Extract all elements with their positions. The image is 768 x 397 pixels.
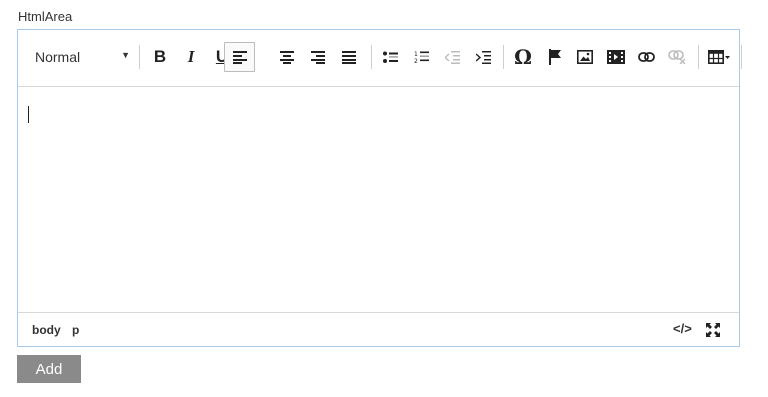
- special-character-icon: Ω: [514, 45, 532, 69]
- indent-icon: [475, 50, 491, 64]
- toolbar-separator: [698, 45, 699, 69]
- special-character-button[interactable]: Ω: [508, 42, 538, 72]
- field-label: HtmlArea: [18, 9, 73, 24]
- html-editor: Normal ▼ B I U 12 Ω body p </>: [17, 29, 742, 347]
- link-icon: [637, 52, 655, 62]
- align-center-icon: [280, 50, 294, 64]
- outdent-icon: [444, 50, 460, 64]
- fullscreen-button[interactable]: [705, 322, 721, 338]
- anchor-flag-icon: [549, 49, 561, 65]
- editor-content-area[interactable]: [18, 88, 739, 313]
- toolbar-separator: [741, 45, 742, 69]
- path-item-p[interactable]: p: [72, 323, 79, 337]
- align-justify-button[interactable]: [336, 42, 362, 72]
- bold-icon: B: [153, 47, 167, 66]
- align-right-icon: [311, 50, 325, 64]
- unlink-icon: [668, 50, 686, 64]
- indent-button[interactable]: [469, 42, 497, 72]
- toolbar-separator: [503, 45, 504, 69]
- toolbar-separator: [371, 45, 372, 69]
- outdent-button[interactable]: [438, 42, 466, 72]
- align-justify-icon: [342, 50, 356, 64]
- source-code-button[interactable]: </>: [673, 321, 692, 336]
- align-right-button[interactable]: [305, 42, 331, 72]
- numbered-list-icon: 12: [414, 51, 429, 64]
- table-icon: [708, 50, 730, 64]
- text-cursor: [28, 106, 29, 123]
- align-center-button[interactable]: [274, 42, 300, 72]
- video-icon: [607, 50, 625, 64]
- video-button[interactable]: [602, 42, 630, 72]
- fullscreen-icon: [706, 323, 720, 337]
- path-item-body[interactable]: body: [32, 323, 61, 337]
- svg-text:2: 2: [414, 58, 418, 64]
- bullet-list-icon: [382, 51, 398, 63]
- source-code-icon: </>: [673, 321, 692, 336]
- image-button[interactable]: [571, 42, 599, 72]
- anchor-button[interactable]: [541, 42, 569, 72]
- svg-text:1: 1: [414, 51, 418, 58]
- add-button[interactable]: Add: [17, 355, 81, 383]
- italic-button[interactable]: I: [180, 42, 202, 72]
- chevron-down-icon: ▼: [121, 50, 130, 60]
- unlink-button[interactable]: [663, 42, 691, 72]
- bullet-list-button[interactable]: [376, 42, 404, 72]
- align-left-icon: [232, 50, 247, 64]
- format-dropdown[interactable]: Normal ▼: [30, 43, 130, 71]
- numbered-list-button[interactable]: 12: [407, 42, 435, 72]
- italic-icon: I: [187, 47, 195, 66]
- editor-statusbar: body p </>: [18, 312, 739, 346]
- table-button[interactable]: [702, 42, 736, 72]
- editor-toolbar: Normal ▼ B I U 12 Ω: [18, 30, 742, 87]
- align-left-button[interactable]: [224, 42, 255, 72]
- image-icon: [577, 50, 593, 64]
- toolbar-separator: [139, 45, 140, 69]
- bold-button[interactable]: B: [148, 42, 172, 72]
- format-dropdown-value: Normal: [35, 49, 81, 65]
- link-button[interactable]: [632, 42, 660, 72]
